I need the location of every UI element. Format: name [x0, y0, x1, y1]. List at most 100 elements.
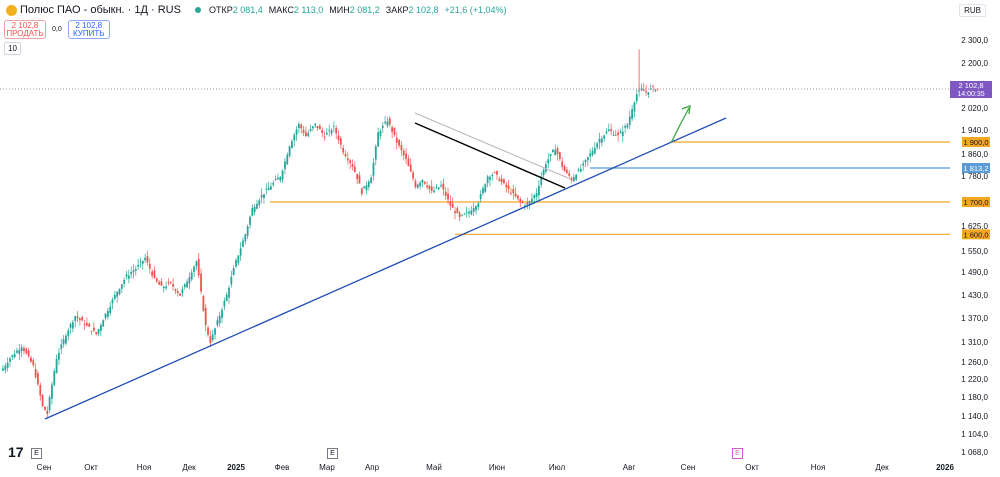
- x-axis-label: Ноя: [811, 463, 826, 472]
- y-axis-label: 2 200,0: [961, 59, 988, 68]
- candle-body: [41, 394, 44, 406]
- candle-body: [645, 91, 647, 93]
- candle-body: [444, 191, 447, 197]
- candle-body: [624, 126, 627, 128]
- candle-body: [407, 158, 410, 167]
- candle-body: [582, 163, 585, 166]
- candle-body: [388, 118, 391, 125]
- y-axis-label: 1 550,0: [961, 247, 988, 256]
- candle-body: [151, 271, 154, 276]
- x-axis-label: 2025: [227, 463, 245, 472]
- x-axis-label: Мар: [319, 463, 335, 472]
- candle-body: [85, 322, 88, 326]
- y-axis-label: 1 180,0: [961, 393, 988, 402]
- candle-body: [649, 88, 652, 90]
- candle-body: [349, 160, 352, 164]
- candle-body: [358, 175, 361, 184]
- candle-body: [332, 125, 335, 127]
- candle-body: [55, 358, 58, 373]
- candle-body: [25, 348, 28, 354]
- candle-body: [433, 190, 435, 193]
- y-axis-label: 1 260,0: [961, 358, 988, 367]
- candle-body: [330, 130, 333, 134]
- candle-body: [137, 264, 140, 267]
- y-axis-label: 1 104,0: [961, 430, 988, 439]
- candle-body: [412, 172, 414, 179]
- earnings-marker-icon[interactable]: E: [327, 448, 338, 459]
- candle-body: [197, 258, 200, 276]
- candle-body: [496, 170, 498, 175]
- candle-body: [514, 193, 517, 197]
- candle-body: [235, 260, 237, 267]
- candle-body: [4, 365, 7, 371]
- candle-body: [482, 188, 484, 194]
- candle-body: [356, 173, 359, 180]
- x-axis-label: 2026: [936, 463, 954, 472]
- y-axis-label: 1 780,0: [961, 172, 988, 181]
- candle-body: [183, 283, 186, 288]
- candle-body: [335, 127, 338, 134]
- candle-body: [416, 184, 419, 188]
- x-axis-label: Июл: [549, 463, 566, 472]
- candle-body: [561, 161, 564, 167]
- candle-body: [32, 360, 35, 366]
- candle-body: [542, 169, 545, 176]
- candle-body: [72, 322, 74, 329]
- candle-body: [9, 358, 11, 362]
- candle-body: [374, 146, 377, 160]
- candle-body: [484, 183, 487, 192]
- candle-body: [342, 148, 345, 153]
- candle-body: [475, 206, 477, 211]
- candle-body: [181, 289, 184, 294]
- tradingview-logo-icon[interactable]: 17: [8, 444, 24, 460]
- candle-body: [405, 153, 407, 160]
- earnings-marker-icon[interactable]: E: [732, 448, 743, 459]
- candle-body: [614, 134, 617, 136]
- candle-body: [23, 348, 25, 352]
- candle-body: [288, 146, 291, 156]
- candle-body: [51, 384, 53, 399]
- x-axis-label: Фев: [275, 463, 290, 472]
- candle-body: [489, 176, 491, 180]
- candle-body: [298, 123, 300, 129]
- price-chart[interactable]: 2 300,0 2 200,0 2 020,0 1 940,0 1 860,0 1 780…: [0, 0, 1000, 477]
- candle-body: [528, 201, 531, 204]
- candle-body: [167, 282, 170, 284]
- candle-body: [39, 385, 42, 396]
- candle-body: [470, 210, 473, 215]
- candle-body: [451, 203, 454, 208]
- candle-body: [558, 152, 561, 160]
- candle-body: [256, 203, 258, 209]
- candle-body: [18, 349, 21, 354]
- candle-body: [97, 329, 100, 335]
- descending-channel-line[interactable]: [414, 112, 569, 179]
- candle-body: [633, 102, 636, 112]
- candle-body: [179, 293, 181, 296]
- candle-body: [284, 161, 286, 170]
- candle-body: [367, 181, 370, 188]
- candle-body: [593, 147, 596, 154]
- candle-body: [300, 124, 303, 129]
- candle-body: [568, 173, 571, 176]
- candle-body: [325, 132, 328, 135]
- candle-body: [533, 195, 536, 199]
- candle-body: [111, 299, 114, 304]
- y-axis-label: 1 940,0: [961, 126, 988, 135]
- candle-body: [549, 153, 552, 157]
- earnings-marker-icon[interactable]: E: [31, 448, 42, 459]
- y-axis-label: 1 220,0: [961, 375, 988, 384]
- candle-body: [46, 410, 49, 414]
- candle-body: [565, 169, 568, 173]
- candle-body: [228, 287, 230, 298]
- candle-body: [207, 327, 209, 335]
- x-axis-label: Сен: [37, 463, 52, 472]
- candle-body: [62, 339, 65, 345]
- candle-body: [647, 92, 650, 95]
- level-price-tag-label: 1 600,0: [963, 230, 988, 239]
- candle-body: [139, 261, 142, 263]
- candle-body: [237, 255, 240, 264]
- ascending-trendline[interactable]: [44, 117, 727, 420]
- candle-body: [423, 181, 426, 184]
- candle-body: [305, 132, 307, 137]
- candle-body: [447, 193, 449, 200]
